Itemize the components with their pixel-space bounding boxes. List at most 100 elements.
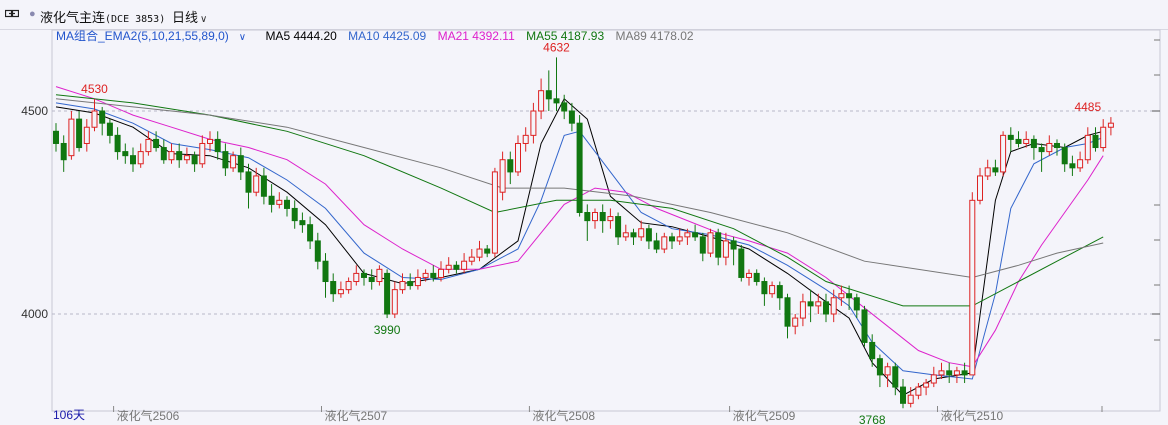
candle-body [861,309,868,343]
candle-body [414,276,421,287]
candle-body [892,366,899,388]
candle-body [692,232,699,238]
candle-body [838,293,845,299]
candle-body [992,167,999,173]
candle-body [553,98,560,104]
candle-body [515,142,521,173]
candle-body [769,285,776,295]
candle-body [953,370,960,376]
candle-body [1015,138,1022,144]
candle-body [145,138,152,153]
candle-body [422,272,429,278]
candle-body [399,281,406,291]
candle-body [407,281,414,287]
candle-body [584,212,591,222]
candle-body [176,151,183,161]
candle-body [453,264,460,270]
candle-body [345,281,352,291]
candle-body [99,110,106,124]
candle-body [676,236,683,242]
candle-body [438,268,444,278]
candle-body [1007,134,1014,140]
x-tick-label: 液化气2509 [733,408,796,423]
candle-body [522,134,529,144]
candle-body [907,394,914,404]
candle-body [191,155,198,165]
candle-body [869,341,876,360]
extreme-price-label: 3768 [859,413,886,425]
candle-body [661,236,668,250]
bar-count-label: 106天 [53,408,86,422]
candle-body [114,134,121,153]
candle-body [830,297,837,315]
candle-body [545,90,552,100]
candle-body [938,370,945,376]
candle-body [961,370,968,376]
candle-body [784,297,791,327]
candle-body [738,248,745,278]
extreme-price-label: 3990 [374,323,401,337]
x-tick-label: 液化气2507 [325,408,388,423]
candle-body [91,110,98,128]
candle-body [638,228,645,238]
candle-body [699,236,706,254]
candle-body [260,175,267,197]
candle-body [730,240,737,250]
candle-body [645,228,652,242]
candle-body [76,118,83,149]
candle-body [430,272,437,278]
candle-body [930,374,937,384]
candle-body [1107,122,1114,128]
candle-body [330,281,337,295]
candle-body [561,102,568,112]
candlestick-chart[interactable]: 4500 4000 4530 3990 4632 3768 4485 液化气2506 液化气25… [0,0,1168,425]
candle-body [445,264,452,270]
candle-body [230,155,237,169]
candle-body [1100,126,1107,149]
x-tick-label: 液化气2510 [941,408,1004,423]
candle-body [153,138,160,149]
candle-body [461,260,468,270]
candle-body [599,212,606,222]
candle-body [68,118,75,157]
x-tick-label: 液化气2508 [532,408,595,423]
candle-body [1000,134,1007,173]
candle-body [253,175,260,193]
candle-body [276,199,283,205]
candle-body [622,232,629,238]
candle-body [1038,147,1045,153]
y-tick-label: 4500 [21,104,48,118]
candle-body [468,256,475,262]
candle-body [314,240,321,262]
candle-body [538,90,545,112]
candle-body [853,297,860,311]
candle-body [353,272,360,283]
candle-body [915,386,922,396]
candle-body [199,142,206,165]
x-tick-label: 液化气2506 [117,408,180,423]
candle-body [746,272,752,278]
candle-body [214,138,221,153]
candle-body [1077,159,1084,169]
candle-body [122,151,129,157]
candle-body [376,268,383,283]
candle-body [753,272,760,283]
candle-body [245,171,252,193]
extreme-price-label: 4530 [81,82,108,96]
candle-body [807,301,814,307]
candle-body [322,260,329,283]
candle-body [707,232,714,254]
candle-body [361,272,367,278]
candle-body [1030,138,1037,149]
candle-body [568,110,575,124]
candle-body [268,195,275,205]
candle-body [607,216,614,222]
candle-body [299,220,306,226]
candle-body [391,289,398,315]
candle-body [1023,138,1030,144]
candle-body [53,130,59,144]
candle-body [183,155,190,161]
candle-body [106,122,113,136]
candle-body [592,212,598,222]
candle-body [1084,134,1091,161]
